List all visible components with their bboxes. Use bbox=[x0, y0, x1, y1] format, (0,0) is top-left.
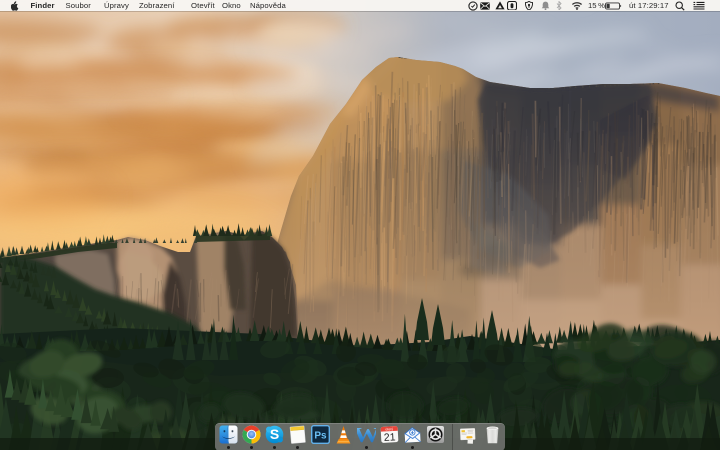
svg-text:W: W bbox=[357, 425, 376, 444]
svg-text:Ps: Ps bbox=[314, 431, 327, 442]
svg-text:21: 21 bbox=[384, 431, 396, 444]
svg-text:S: S bbox=[270, 426, 279, 442]
